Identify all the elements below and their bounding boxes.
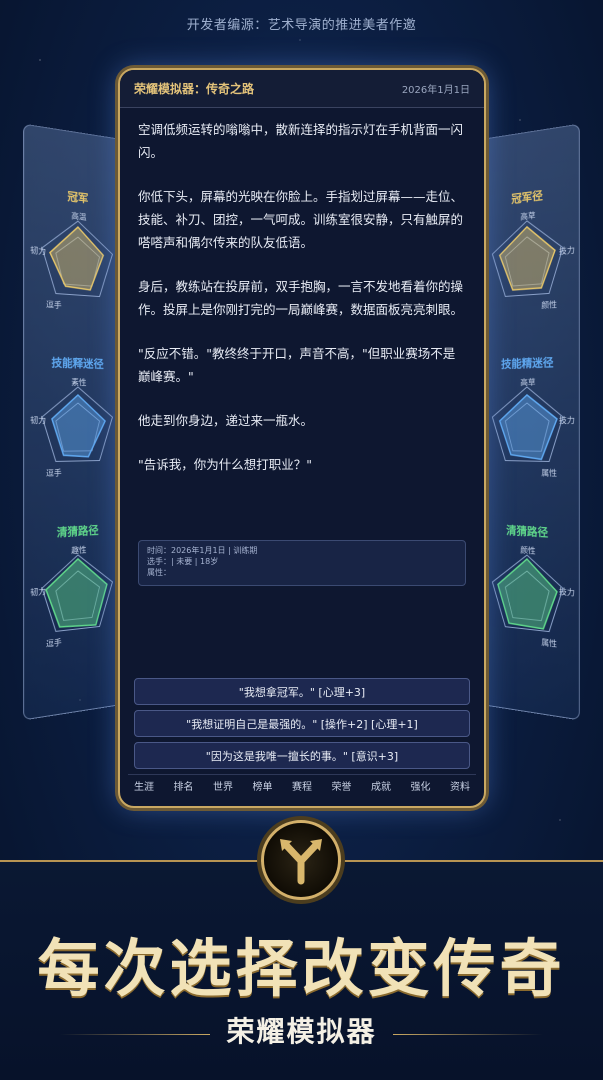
choice-button-only-skill[interactable]: "因为这是我唯一擅长的事。" [意识+3] xyxy=(134,742,470,769)
nav-achievement[interactable]: 成就 xyxy=(371,778,391,793)
radar-chart-skill-left: 技能释迷径 素性 韧力 逗手 xyxy=(24,353,129,528)
status-info-box: 时间：2026年1月1日 | 训练期 选手：| 未要 | 18岁 属性： xyxy=(138,540,466,586)
phone-frame: 荣耀模拟器：传奇之路 2026年1月1日 空调低频运转的嗡嗡中，散新连择的指示灯… xyxy=(118,68,486,808)
nav-profile[interactable]: 资料 xyxy=(450,778,470,793)
bottom-nav: 生涯 排名 世界 榜单 赛程 荣誉 成就 强化 资料 xyxy=(128,774,476,796)
game-date: 2026年1月1日 xyxy=(402,81,470,96)
story-paragraph: 身后，教练站在投屏前，双手抱胸，一言不发地看着你的操作。投屏上是你刚打完的一局巅… xyxy=(138,275,466,321)
story-paragraph: "告诉我，你为什么想打职业？" xyxy=(138,453,466,476)
subline-wrap: 荣耀模拟器 xyxy=(0,1010,603,1050)
choice-button-champion[interactable]: "我想拿冠军。" [心理+3] xyxy=(134,678,470,705)
choice-button-prove[interactable]: "我想证明自己是最强的。" [操作+2] [心理+1] xyxy=(134,710,470,737)
nav-world[interactable]: 世界 xyxy=(213,778,233,793)
nav-career[interactable]: 生涯 xyxy=(134,778,154,793)
story-paragraph: "反应不错。"教终终于开口，声音不高，"但职业赛场不是巅峰赛。" xyxy=(138,342,466,388)
story-paragraph: 你低下头，屏幕的光映在你脸上。手指划过屏幕——走位、技能、补刀、团控，一气呵成。… xyxy=(138,185,466,254)
nav-leaderboard[interactable]: 榜单 xyxy=(253,778,273,793)
radar-graphic xyxy=(476,367,581,511)
story-paragraph: 他走到你身边，递过来一瓶水。 xyxy=(138,409,466,432)
radar-chart-skill-right: 技能精迷径 高草 技力 属性 xyxy=(476,353,581,528)
radar-graphic xyxy=(476,534,581,685)
choice-list: "我想拿冠军。" [心理+3] "我想证明自己是最强的。" [操作+2] [心理… xyxy=(134,678,470,774)
radar-graphic xyxy=(24,367,129,511)
radar-chart-champion-left: 冠军 高温 韧力 逗手 xyxy=(24,182,129,360)
nav-honor[interactable]: 荣誉 xyxy=(332,778,352,793)
radar-chart-path-right: 清猜路径 颜性 技力 属性 xyxy=(476,520,581,701)
info-line: 属性： xyxy=(147,567,457,578)
radar-graphic xyxy=(24,534,129,685)
radar-chart-champion-right: 冠军径 高草 技力 颜性 xyxy=(476,182,581,361)
promo-headline: 每次选择改变传奇 xyxy=(0,918,603,1008)
nav-ranking[interactable]: 排名 xyxy=(174,778,194,793)
radar-chart-path-left: 清猜路径 趣性 韧力 逗手 xyxy=(24,520,129,701)
nav-schedule[interactable]: 赛程 xyxy=(292,778,312,793)
branch-arrow-icon xyxy=(264,823,338,897)
app-title: 荣耀模拟器：传奇之路 xyxy=(134,80,254,97)
story-text: 空调低频运转的嗡嗡中，散新连择的指示灯在手机背面一闪闪。 你低下头，屏幕的光映在… xyxy=(138,118,466,497)
info-line: 时间：2026年1月1日 | 训练期 xyxy=(147,545,457,556)
branching-path-emblem xyxy=(261,820,341,900)
info-line: 选手：| 未要 | 18岁 xyxy=(147,556,457,567)
developer-credit: 开发者编源：艺术导演的推进美者作邀 xyxy=(0,14,603,33)
story-paragraph: 空调低频运转的嗡嗡中，散新连择的指示灯在手机背面一闪闪。 xyxy=(138,118,466,164)
nav-upgrade[interactable]: 强化 xyxy=(411,778,431,793)
app-name-subline: 荣耀模拟器 xyxy=(218,1010,384,1050)
right-attribute-panel: 冠军径 高草 技力 颜性 技能精迷径 高草 技力 属性 清猜路径 颜性 技力 属… xyxy=(475,124,580,721)
left-attribute-panel: 冠军 高温 韧力 逗手 技能释迷径 素性 韧力 逗手 清猜路径 趣性 韧力 逗手 xyxy=(23,124,128,721)
app-header: 荣耀模拟器：传奇之路 2026年1月1日 xyxy=(120,70,484,108)
